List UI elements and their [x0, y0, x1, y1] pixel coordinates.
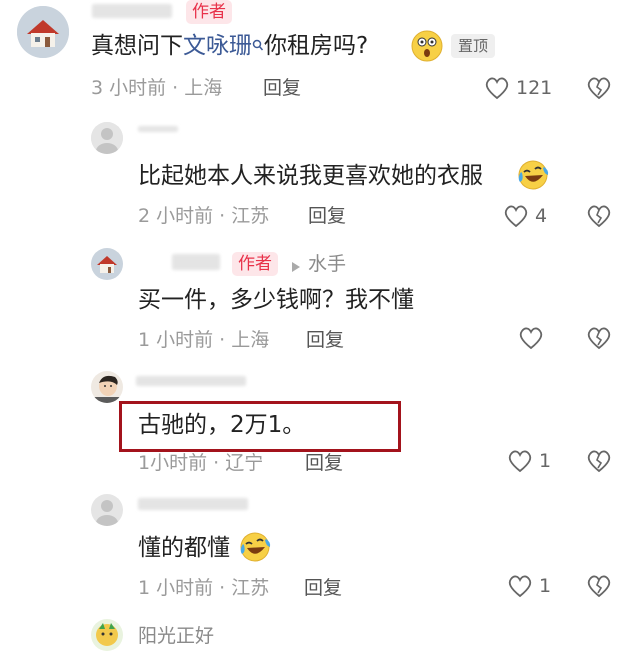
pinned-badge: 置顶	[451, 34, 496, 58]
heart-outline-icon	[508, 575, 532, 598]
broken-heart-icon	[587, 77, 611, 100]
play-arrow-icon	[291, 258, 301, 277]
like-button[interactable]: 1	[507, 449, 551, 473]
comment-text: 懂的都懂	[138, 532, 230, 564]
dislike-button[interactable]	[586, 574, 612, 602]
like-button[interactable]: 1	[507, 574, 551, 598]
broken-heart-icon	[587, 327, 611, 350]
heart-outline-icon	[519, 327, 543, 350]
reply-button[interactable]: 回复	[304, 576, 342, 600]
comment-time: 1小时前 · 辽宁	[138, 452, 264, 474]
like-count: 4	[535, 205, 548, 227]
comment-text-content: 买一件，多少钱啊？我不懂	[138, 287, 414, 313]
comment-text: 买一件，多少钱啊？我不懂	[138, 284, 414, 316]
reply-button[interactable]: 回复	[305, 451, 343, 475]
username-blurred	[172, 254, 220, 270]
dislike-button[interactable]	[586, 204, 612, 232]
comment-time: 3 小时前 · 上海	[91, 77, 223, 99]
comment-username[interactable]: 阳光正好	[138, 624, 214, 648]
username-blurred	[136, 376, 246, 386]
comment-time: 1 小时前 · 上海	[138, 329, 270, 351]
comment-text: 真想问下文咏珊 你租房吗?	[91, 30, 368, 62]
like-count: 1	[539, 450, 552, 472]
username-blurred	[138, 498, 248, 510]
broken-heart-icon	[587, 450, 611, 473]
author-tag: 作者	[232, 252, 278, 276]
comment-text-content: 懂的都懂	[138, 535, 230, 561]
reply-button[interactable]: 回复	[306, 328, 344, 352]
avatar[interactable]	[91, 371, 123, 403]
laughing-tears-emoji	[516, 158, 550, 196]
like-button[interactable]: 121	[484, 76, 552, 100]
reply-to-name[interactable]: 水手	[308, 252, 346, 276]
like-count: 121	[516, 77, 553, 99]
like-count: 1	[539, 575, 552, 597]
heart-outline-icon	[508, 450, 532, 473]
reply-button[interactable]: 回复	[308, 204, 346, 228]
comment-text: 比起她本人来说我更喜欢她的衣服	[138, 160, 483, 192]
comment-text-suffix: 你租房吗?	[264, 33, 369, 59]
avatar[interactable]	[91, 494, 123, 526]
avatar[interactable]	[91, 122, 123, 154]
heart-outline-icon	[485, 77, 509, 100]
comment-text: 古驰的，2万1。	[138, 409, 305, 441]
mention-link[interactable]: 文咏珊	[183, 33, 252, 59]
reply-button[interactable]: 回复	[263, 76, 301, 100]
dislike-button[interactable]	[586, 449, 612, 477]
broken-heart-icon	[587, 575, 611, 598]
comment-text-content: 古驰的，2万1。	[138, 412, 306, 438]
username-blurred	[138, 126, 178, 132]
broken-heart-icon	[587, 205, 611, 228]
avatar[interactable]	[91, 248, 123, 280]
dislike-button[interactable]	[586, 326, 612, 354]
avatar[interactable]	[17, 6, 69, 58]
like-button[interactable]	[518, 326, 544, 350]
comment-text-prefix: 真想问下	[91, 33, 183, 59]
heart-outline-icon	[504, 205, 528, 228]
avatar[interactable]	[91, 619, 123, 651]
surprised-emoji	[411, 30, 443, 66]
comment-text-content: 比起她本人来说我更喜欢她的衣服	[138, 163, 483, 189]
dislike-button[interactable]	[586, 76, 612, 104]
username-blurred	[92, 4, 172, 18]
search-icon[interactable]	[252, 30, 264, 62]
laughing-tears-emoji	[238, 530, 272, 568]
author-tag: 作者	[186, 0, 232, 24]
comment-time: 2 小时前 · 江苏	[138, 205, 270, 227]
comment-time: 1 小时前 · 江苏	[138, 577, 270, 599]
like-button[interactable]: 4	[503, 204, 547, 228]
